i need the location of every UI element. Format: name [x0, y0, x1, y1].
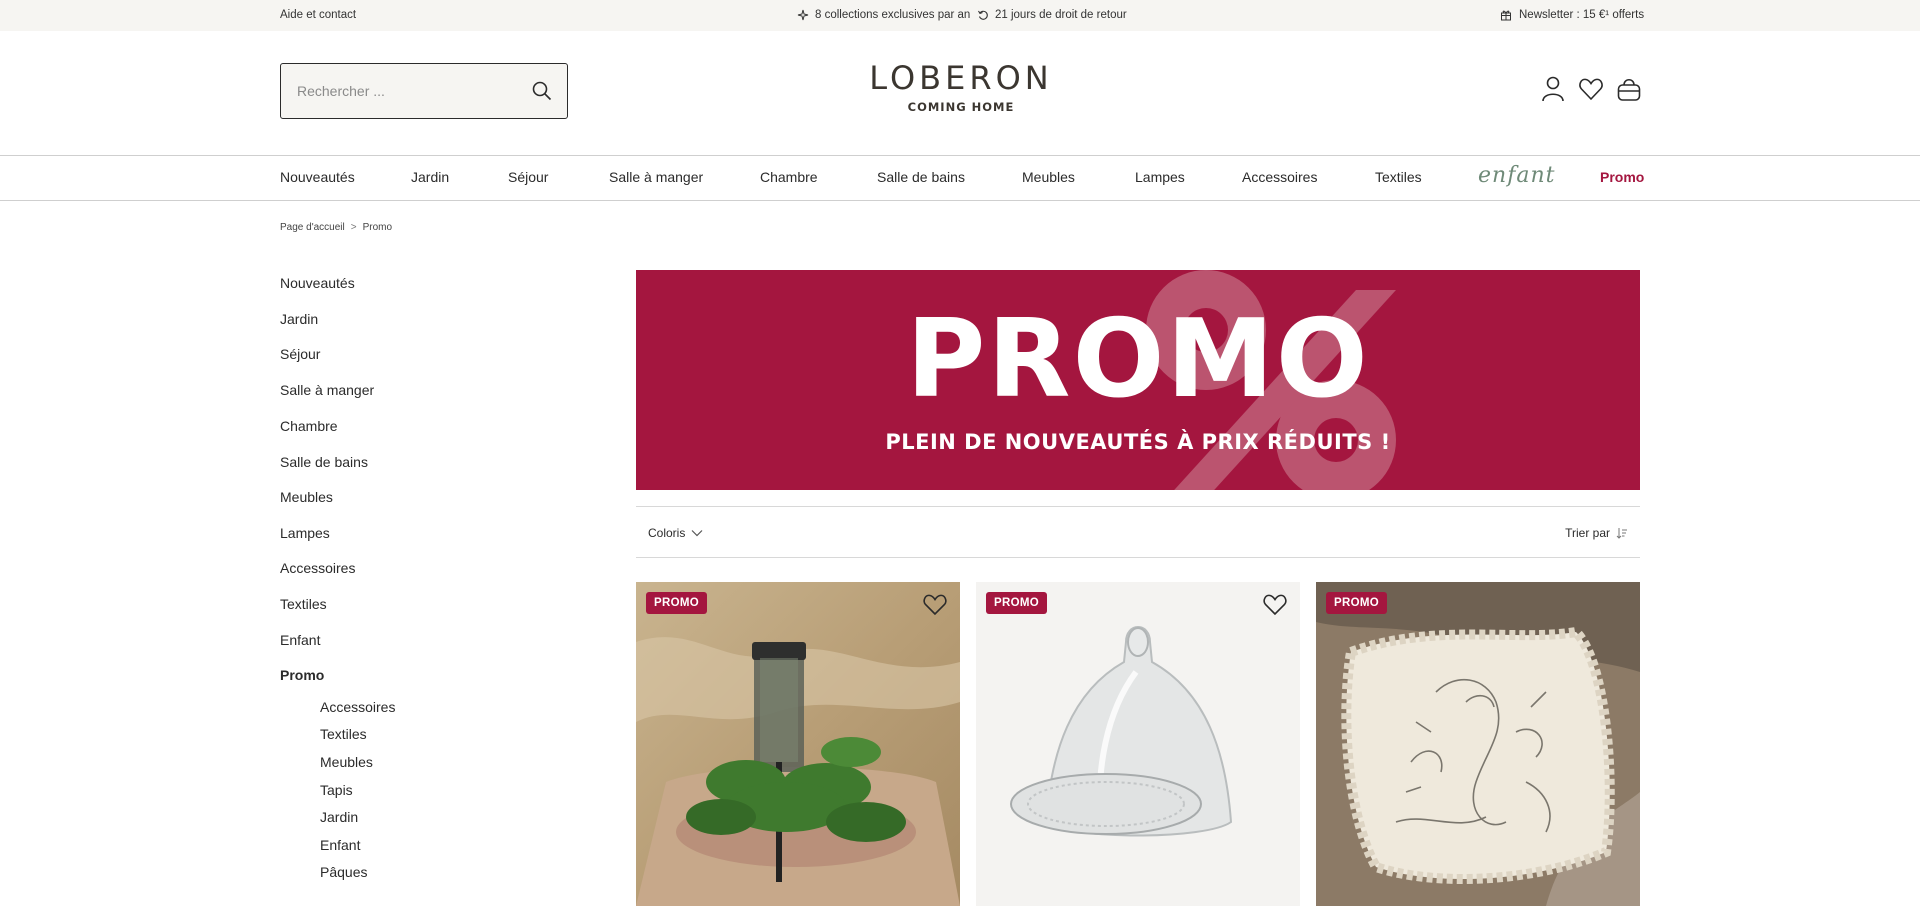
nav-item-promo[interactable]: Promo — [1600, 169, 1644, 185]
nav-item-accessoires[interactable]: Accessoires — [1242, 169, 1317, 185]
nav-item-nouveautes[interactable]: Nouveautés — [280, 169, 355, 185]
promo-banner: PROMO PLEIN DE NOUVEAUTÉS À PRIX RÉDUITS… — [636, 270, 1640, 490]
sidebar-item-promo[interactable]: Promo — [280, 667, 324, 683]
sidebar-subitem-paques[interactable]: Pâques — [320, 864, 367, 880]
nav-item-enfant[interactable]: enfant — [1478, 163, 1555, 188]
sidebar-item-meubles[interactable]: Meubles — [280, 489, 333, 505]
nav-item-textiles[interactable]: Textiles — [1375, 169, 1422, 185]
sidebar-subitem-jardin[interactable]: Jardin — [320, 809, 358, 825]
colors-filter-label: Coloris — [648, 526, 686, 540]
sidebar-subitem-textiles[interactable]: Textiles — [320, 726, 367, 742]
top-bar: Aide et contact 8 collections exclusives… — [0, 0, 1920, 31]
sidebar-item-chambre[interactable]: Chambre — [280, 418, 338, 434]
nav-item-chambre[interactable]: Chambre — [760, 169, 818, 185]
sidebar-subitem-meubles[interactable]: Meubles — [320, 754, 373, 770]
sidebar-item-enfant[interactable]: Enfant — [280, 632, 320, 648]
search-icon[interactable] — [531, 80, 553, 102]
search-box — [280, 63, 568, 119]
nav-item-salle-a-manger[interactable]: Salle à manger — [609, 169, 703, 185]
usp-returns-text: 21 jours de droit de retour — [995, 9, 1127, 21]
sort-icon — [1616, 528, 1627, 539]
sidebar-item-sejour[interactable]: Séjour — [280, 346, 320, 362]
promo-badge: PROMO — [986, 592, 1047, 614]
nav-item-lampes[interactable]: Lampes — [1135, 169, 1185, 185]
return-icon — [978, 10, 988, 20]
usp-collections: 8 collections exclusives par an — [797, 9, 970, 21]
newsletter-text: Newsletter : 15 €¹ offerts — [1519, 9, 1645, 21]
wishlist-heart-icon[interactable] — [922, 592, 948, 616]
colors-filter[interactable]: Coloris — [648, 526, 703, 540]
wishlist-icon[interactable] — [1578, 75, 1604, 103]
nav-item-sejour[interactable]: Séjour — [508, 169, 548, 185]
usp-collections-text: 8 collections exclusives par an — [815, 9, 971, 21]
header-actions — [1540, 75, 1642, 103]
sidebar-item-nouveautes[interactable]: Nouveautés — [280, 275, 355, 291]
sort-label: Trier par — [1565, 526, 1610, 540]
sort-control[interactable]: Trier par — [1565, 526, 1628, 540]
logo-brand: LOBERON — [869, 59, 1053, 97]
promo-badge: PROMO — [646, 592, 707, 614]
breadcrumb-current: Promo — [362, 222, 393, 233]
product-card[interactable]: PROMO — [636, 582, 960, 919]
breadcrumb-home[interactable]: Page d'accueil — [280, 222, 345, 233]
banner-title: PROMO — [906, 297, 1370, 422]
solar-lantern-photo — [636, 582, 960, 906]
search-input[interactable] — [297, 64, 517, 117]
newsletter-link[interactable]: Newsletter : 15 €¹ offerts — [1500, 9, 1644, 21]
product-card[interactable]: PROMO — [1316, 582, 1640, 919]
help-contact-link[interactable]: Aide et contact — [280, 9, 356, 21]
account-icon[interactable] — [1540, 75, 1566, 103]
nav-item-salle-de-bains[interactable]: Salle de bains — [877, 169, 965, 185]
cart-icon[interactable] — [1616, 75, 1642, 103]
chevron-down-icon — [691, 530, 703, 537]
sparkle-icon — [797, 9, 809, 21]
sidebar-subitem-enfant[interactable]: Enfant — [320, 837, 360, 853]
filter-bar: Coloris Trier par — [636, 506, 1640, 558]
main-nav: Nouveautés Jardin Séjour Salle à manger … — [0, 157, 1920, 201]
sidebar-item-salle-de-bains[interactable]: Salle de bains — [280, 454, 368, 470]
sidebar-item-accessoires[interactable]: Accessoires — [280, 560, 355, 576]
gift-icon — [1501, 10, 1511, 21]
site-header: LOBERON COMING HOME — [0, 31, 1920, 156]
embroidered-cushion-photo — [1316, 582, 1640, 906]
sidebar-item-lampes[interactable]: Lampes — [280, 525, 330, 541]
banner-subtitle: PLEIN DE NOUVEAUTÉS À PRIX RÉDUITS ! — [885, 430, 1391, 454]
nav-item-jardin[interactable]: Jardin — [411, 169, 449, 185]
usp-returns: 21 jours de droit de retour — [977, 9, 1127, 21]
sidebar-item-textiles[interactable]: Textiles — [280, 596, 327, 612]
breadcrumb: Page d'accueil > Promo — [280, 222, 392, 233]
sidebar-subitem-accessoires[interactable]: Accessoires — [320, 699, 395, 715]
promo-badge: PROMO — [1326, 592, 1387, 614]
wishlist-heart-icon[interactable] — [1262, 592, 1288, 616]
glass-cloche-photo — [976, 582, 1300, 906]
breadcrumb-separator: > — [350, 222, 357, 233]
site-logo[interactable]: LOBERON COMING HOME — [858, 61, 1064, 114]
logo-tagline: COMING HOME — [907, 100, 1015, 114]
sidebar-item-salle-a-manger[interactable]: Salle à manger — [280, 382, 374, 398]
nav-item-meubles[interactable]: Meubles — [1022, 169, 1075, 185]
sidebar-subitem-tapis[interactable]: Tapis — [320, 782, 353, 798]
product-card[interactable]: PROMO — [976, 582, 1300, 919]
sidebar-item-jardin[interactable]: Jardin — [280, 311, 318, 327]
